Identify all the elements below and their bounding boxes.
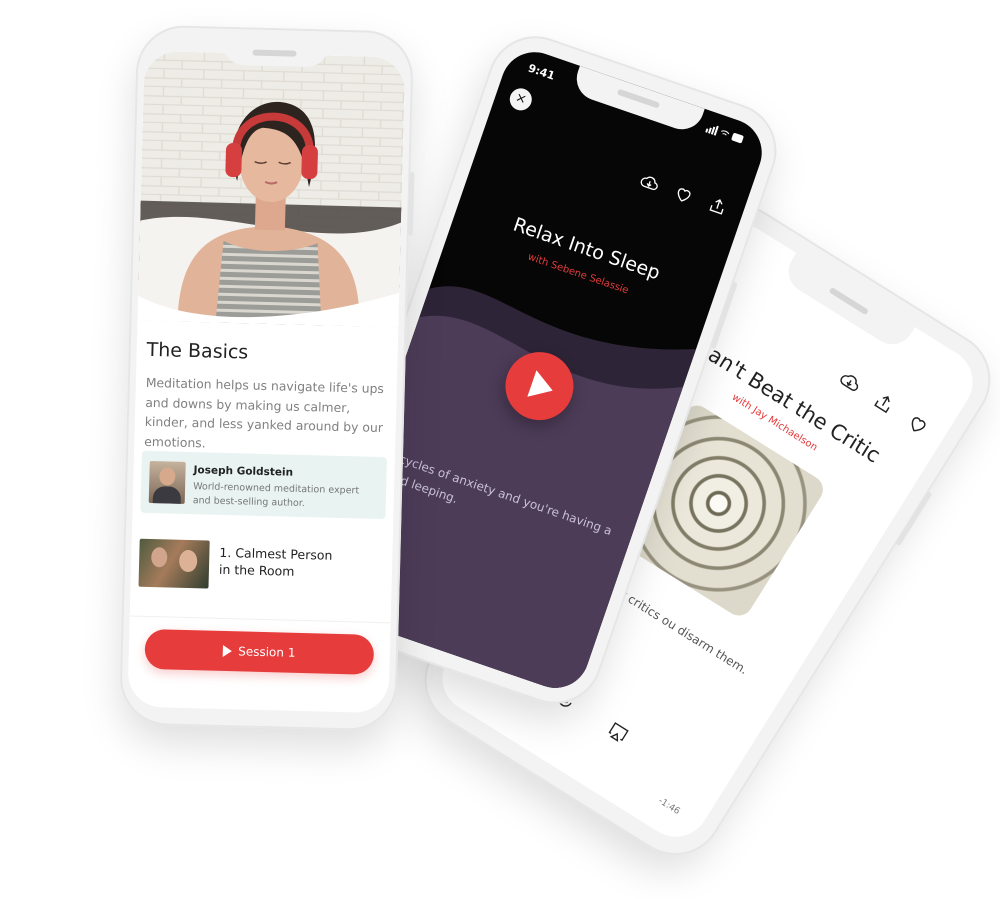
course-title: The Basics: [146, 338, 249, 364]
course-description: Meditation helps us navigate life's ups …: [144, 374, 385, 450]
status-time: 9:41: [526, 61, 557, 83]
share-icon[interactable]: [705, 194, 730, 219]
side-button: [407, 171, 415, 236]
time-remaining: -1:46: [656, 796, 682, 817]
session-title: 1. Calmest Person in the Room: [218, 544, 333, 579]
download-icon[interactable]: [637, 170, 662, 195]
teacher-avatar: [148, 460, 186, 504]
teacher-card[interactable]: Joseph Goldstein World-renowned meditati…: [140, 450, 387, 520]
session-button-label: Session 1: [238, 644, 296, 660]
share-icon[interactable]: [869, 388, 899, 418]
start-session-button[interactable]: Session 1: [144, 628, 375, 675]
airplay-icon[interactable]: [603, 717, 633, 747]
download-icon[interactable]: [835, 367, 865, 397]
session-thumbnail: [138, 538, 210, 589]
phone-basics: The Basics Meditation helps us navigate …: [118, 24, 415, 732]
heart-icon[interactable]: [903, 409, 933, 439]
action-icons: [637, 170, 730, 219]
teacher-name: Joseph Goldstein: [193, 464, 294, 479]
teacher-bio: World-renowned meditation expert and bes…: [192, 481, 360, 510]
close-button[interactable]: ×: [506, 85, 535, 114]
speaker-grille: [252, 49, 297, 57]
list-item[interactable]: 1. Calmest Person in the Room: [138, 538, 384, 597]
hero-image: [137, 50, 406, 328]
play-icon: [223, 644, 233, 657]
divider: [129, 615, 391, 624]
status-icons: [704, 123, 746, 148]
heart-icon[interactable]: [671, 182, 696, 207]
screen-basics: The Basics Meditation helps us navigate …: [127, 50, 406, 714]
